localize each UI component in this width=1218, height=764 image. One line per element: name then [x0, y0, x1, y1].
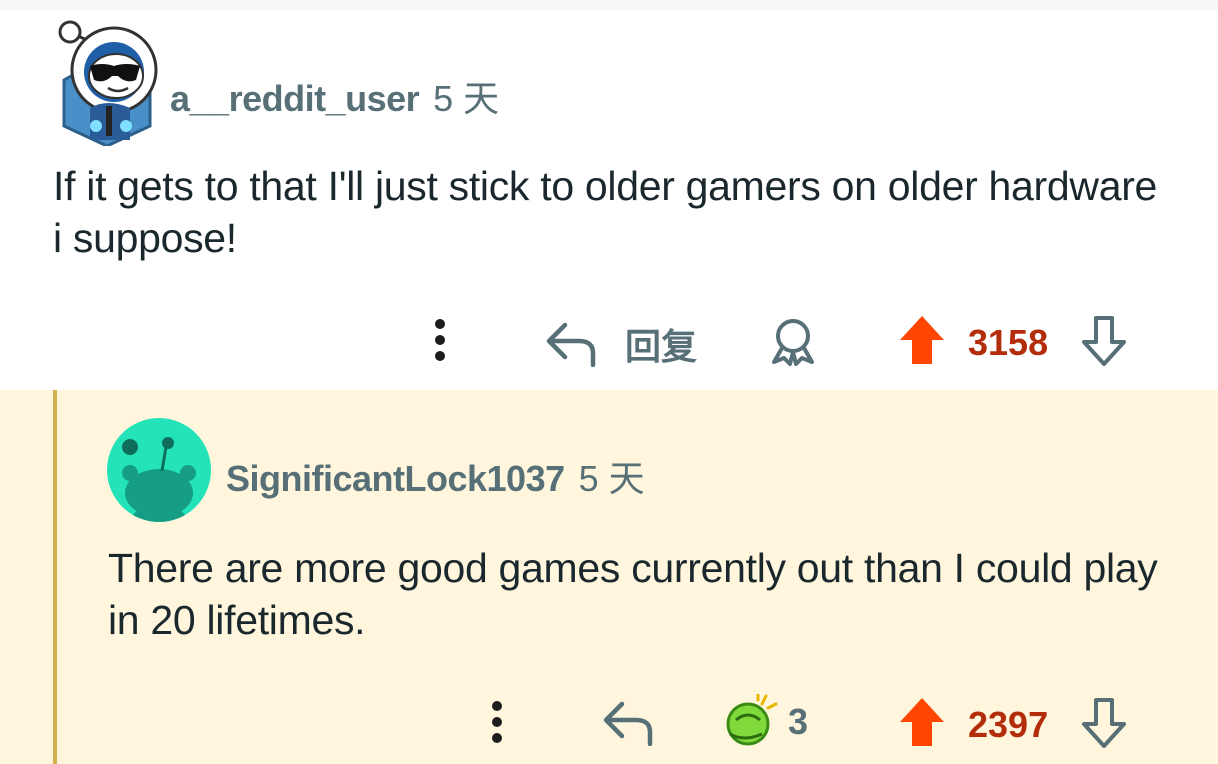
more-vertical-icon[interactable] — [482, 700, 512, 744]
timestamp: 5 天 — [578, 458, 645, 499]
user-avatar[interactable] — [54, 18, 160, 148]
reply-button[interactable]: 回复 — [545, 318, 697, 370]
username[interactable]: SignificantLock1037 — [226, 458, 565, 500]
username[interactable]: a__reddit_user — [170, 78, 420, 120]
timestamp: 5 天 — [433, 78, 500, 119]
green-award-emoji-icon — [722, 694, 778, 750]
reply-comment: SignificantLock1037 5 天 There are more g… — [0, 390, 1218, 764]
more-vertical-icon[interactable] — [425, 318, 455, 362]
reply-label: 回复 — [625, 326, 698, 367]
vote-count: 3158 — [968, 322, 1049, 363]
award-button[interactable]: 3 — [722, 694, 808, 750]
award-count: 3 — [788, 701, 809, 742]
vote-count: 2397 — [968, 704, 1049, 745]
comment: a__reddit_user 5 天 If it gets to that I'… — [0, 10, 1218, 390]
downvote-arrow-icon[interactable] — [1080, 696, 1128, 748]
top-separator — [0, 0, 1218, 10]
upvote-arrow-icon[interactable] — [898, 314, 946, 366]
comment-meta: a__reddit_user 5 天 — [170, 70, 499, 122]
downvote-arrow-icon[interactable] — [1080, 314, 1128, 366]
comment-body: If it gets to that I'll just stick to ol… — [53, 163, 1158, 261]
reply-avatar[interactable] — [106, 417, 212, 528]
reply-meta: SignificantLock1037 5 天 — [226, 450, 645, 502]
comment-actions: 回复 3158 — [0, 310, 1218, 370]
snoo-default-avatar-icon — [107, 418, 211, 522]
snoo-avatar-icon — [58, 20, 158, 148]
reply-arrow-icon — [545, 321, 597, 367]
reply-actions: 3 2397 — [0, 692, 1218, 752]
award-ribbon-icon[interactable] — [768, 316, 818, 366]
reply-body: There are more good games currently out … — [108, 545, 1158, 643]
reply-arrow-icon[interactable] — [602, 700, 654, 746]
upvote-arrow-icon[interactable] — [898, 696, 946, 748]
